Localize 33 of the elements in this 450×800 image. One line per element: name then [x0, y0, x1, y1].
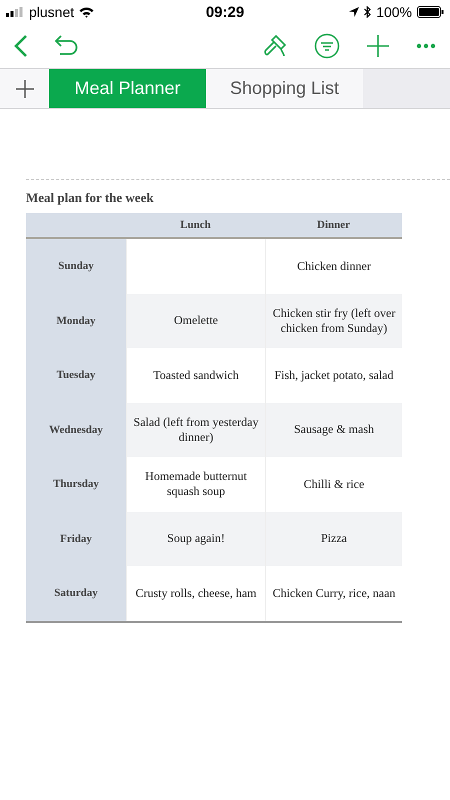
undo-icon — [54, 35, 80, 57]
bluetooth-icon — [364, 6, 372, 18]
signal-icon — [6, 7, 24, 17]
wifi-icon — [79, 6, 94, 18]
table-title: Meal plan for the week — [26, 190, 155, 206]
table-cell: Chicken Curry, rice, naan — [265, 566, 402, 620]
table-cell: Salad (left from yesterday dinner) — [126, 402, 265, 457]
row-header: Thursday — [26, 457, 126, 512]
chevron-left-icon — [14, 34, 28, 58]
row-header: Friday — [26, 512, 126, 566]
row-header: Monday — [26, 294, 126, 348]
filter-icon — [314, 33, 340, 59]
row-header: Wednesday — [26, 402, 126, 457]
carrier-name: plusnet — [29, 4, 74, 20]
table-cell: Pizza — [265, 512, 402, 566]
table-cell: Omelette — [126, 294, 265, 348]
table-cell: Crusty rolls, cheese, ham — [126, 566, 265, 620]
paintbrush-icon — [262, 33, 288, 59]
clock-time: 09:29 — [206, 4, 244, 20]
row-header: Saturday — [26, 566, 126, 620]
table-cell: Soup again! — [126, 512, 265, 566]
battery-percent: 100% — [376, 4, 412, 20]
plus-icon — [16, 80, 34, 98]
column-header: Dinner — [265, 213, 402, 239]
more-icon — [416, 43, 436, 49]
table-cell: Sausage & mash — [265, 402, 402, 457]
column-header: Lunch — [126, 213, 265, 239]
table-cell: Chicken stir fry (left over chicken from Sunday) — [265, 294, 402, 348]
location-arrow-icon — [349, 7, 360, 17]
battery-icon — [417, 6, 444, 18]
row-header: Tuesday — [26, 348, 126, 402]
row-header: Sunday — [26, 239, 126, 294]
plus-icon — [366, 34, 390, 58]
